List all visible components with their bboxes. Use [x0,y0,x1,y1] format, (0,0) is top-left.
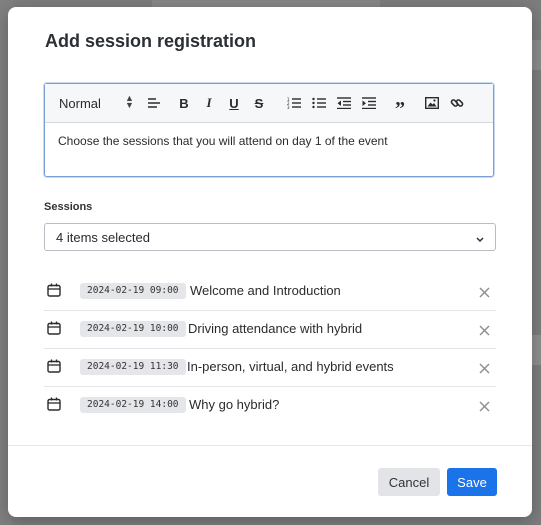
session-row: 2024-02-19 09:00 Welcome and Introductio… [44,273,496,311]
outdent-icon[interactable] [335,94,353,112]
dialog-title: Add session registration [45,31,257,51]
format-select-arrows-icon[interactable]: ▲ ▼ [125,94,134,110]
indent-icon[interactable] [360,94,378,112]
image-icon[interactable] [423,94,441,112]
ordered-list-icon[interactable]: 123 [285,94,303,112]
footer-divider [8,445,532,446]
cancel-button[interactable]: Cancel [378,468,440,496]
editor-content[interactable]: Choose the sessions that you will attend… [45,123,493,159]
align-left-icon[interactable] [145,94,163,112]
chevron-down-icon [475,232,485,247]
session-title: Welcome and Introduction [190,283,341,298]
format-select[interactable]: Normal [59,96,101,111]
calendar-icon [47,359,61,378]
sessions-select[interactable]: 4 items selected [44,223,496,251]
session-date-badge: 2024-02-19 09:00 [80,283,186,299]
session-list: 2024-02-19 09:00 Welcome and Introductio… [44,273,496,424]
remove-session-icon[interactable] [479,285,490,303]
calendar-icon [47,321,61,340]
link-icon[interactable] [448,94,466,112]
session-row: 2024-02-19 10:00 Driving attendance with… [44,311,496,349]
remove-session-icon[interactable] [479,399,490,417]
sessions-select-value: 4 items selected [56,230,150,245]
session-row: 2024-02-19 14:00 Why go hybrid? [44,387,496,424]
rich-text-editor[interactable]: Normal ▲ ▼ B I U S 123 ” Choose the sess… [44,83,494,177]
session-title: Why go hybrid? [189,397,280,412]
session-date-badge: 2024-02-19 10:00 [80,321,186,337]
session-row: 2024-02-19 11:30 In-person, virtual, and… [44,349,496,387]
calendar-icon [47,283,61,302]
session-date-badge: 2024-02-19 14:00 [80,397,186,413]
session-title: In-person, virtual, and hybrid events [187,359,394,374]
strikethrough-icon[interactable]: S [250,94,268,112]
sessions-label: Sessions [44,201,93,213]
session-date-badge: 2024-02-19 11:30 [80,359,186,375]
session-title: Driving attendance with hybrid [188,321,363,336]
save-button[interactable]: Save [447,468,497,496]
calendar-icon [47,397,61,416]
italic-icon[interactable]: I [200,94,218,112]
svg-text:3: 3 [287,105,290,109]
remove-session-icon[interactable] [479,323,490,341]
quote-icon[interactable]: ” [391,94,409,119]
underline-icon[interactable]: U [225,94,243,112]
bullet-list-icon[interactable] [310,94,328,112]
remove-session-icon[interactable] [479,361,490,379]
session-registration-dialog: Add session registration Normal ▲ ▼ B I U… [8,7,532,517]
bold-icon[interactable]: B [175,94,193,112]
editor-toolbar: Normal ▲ ▼ B I U S 123 ” [45,84,493,123]
